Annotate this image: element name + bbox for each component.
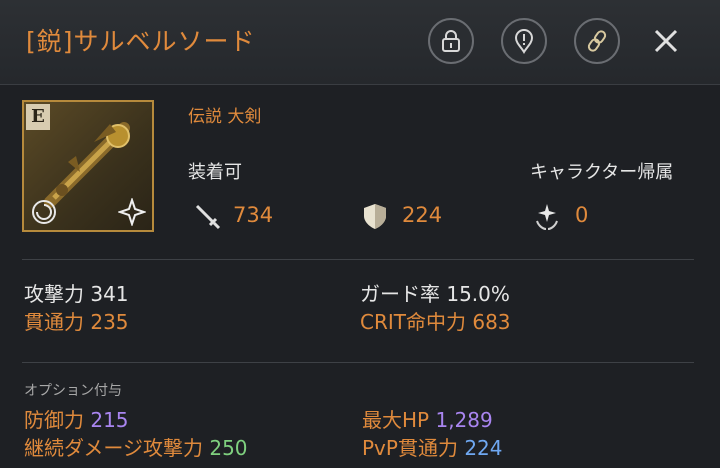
option-pvp-value: 224 <box>464 436 503 460</box>
tooltip-header: [鋭]サルベルソード <box>0 0 720 85</box>
penetration-stat: 貫通力 235 <box>24 306 129 335</box>
item-type: 伝説 大剣 <box>188 107 262 127</box>
lock-icon <box>442 30 460 52</box>
guard-stat: ガード率 15.0% <box>360 278 510 307</box>
divider <box>22 362 694 363</box>
equip-status: 装着可 <box>188 162 242 183</box>
option-defense: 防御力 215 <box>24 404 129 433</box>
star-emblem-icon <box>118 198 146 226</box>
item-image: E <box>22 100 154 232</box>
attack-label: 攻撃力 <box>24 282 84 306</box>
guard-label: ガード率 <box>360 282 440 306</box>
option-dot-label: 継続ダメージ攻撃力 <box>24 436 203 460</box>
option-dot-attack: 継続ダメージ攻撃力 250 <box>24 432 248 461</box>
divider <box>22 259 694 260</box>
option-maxhp-label: 最大HP <box>362 408 430 432</box>
close-icon <box>654 29 678 53</box>
option-maxhp: 最大HP 1,289 <box>362 404 493 433</box>
attack-stat: 攻撃力 341 <box>24 278 129 307</box>
special-value: 0 <box>575 203 589 227</box>
option-defense-value: 215 <box>90 408 129 432</box>
swirl-emblem-icon <box>32 200 56 224</box>
options-section-label: オプション付与 <box>24 383 122 399</box>
attack-value: 734 <box>233 203 274 227</box>
bind-status: キャラクター帰属 <box>530 162 674 183</box>
sword-icon <box>195 204 221 230</box>
close-button[interactable] <box>645 20 687 62</box>
option-dot-value: 250 <box>209 436 248 460</box>
attack-stat-value: 341 <box>90 282 129 306</box>
exclamation-icon <box>514 28 534 54</box>
alert-button[interactable] <box>501 18 547 64</box>
defense-value: 224 <box>402 203 443 227</box>
item-tooltip-panel: [鋭]サルベルソード E 伝説 大剣 装着可 キャラクター帰属 734 224 … <box>0 0 720 468</box>
option-pvp-label: PvP貫通力 <box>362 436 458 460</box>
option-defense-label: 防御力 <box>24 408 84 432</box>
penetration-value: 235 <box>90 310 129 334</box>
option-maxhp-value: 1,289 <box>435 408 493 432</box>
option-pvp: PvP貫通力 224 <box>362 432 503 461</box>
chain-link-icon <box>587 30 607 52</box>
lock-button[interactable] <box>428 18 474 64</box>
shield-icon <box>364 204 386 229</box>
penetration-label: 貫通力 <box>24 310 84 334</box>
crit-label: CRIT命中力 <box>360 310 466 334</box>
crit-value: 683 <box>472 310 511 334</box>
item-title: [鋭]サルベルソード <box>26 27 256 56</box>
link-button[interactable] <box>574 18 620 64</box>
sparkle-hands-icon <box>536 204 558 230</box>
crit-stat: CRIT命中力 683 <box>360 306 511 335</box>
guard-value: 15.0% <box>446 282 510 306</box>
